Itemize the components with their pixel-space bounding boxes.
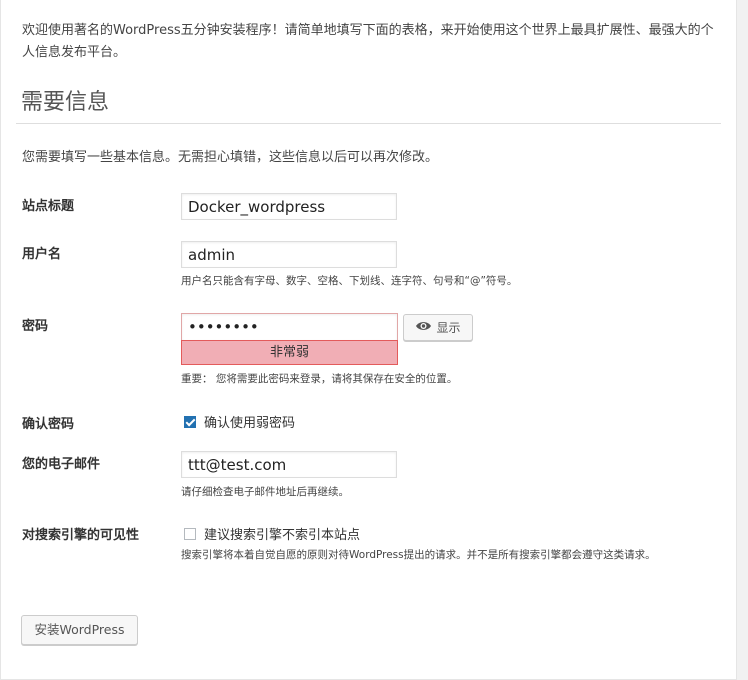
password-note-text: 您将需要此密码来登录，请将其保存在安全的位置。	[215, 373, 458, 385]
username-hint: 用户名只能含有字母、数字、空格、下划线、连字符、句号和“@”符号。	[181, 275, 518, 287]
password-note: 重要： 您将需要此密码来登录，请将其保存在安全的位置。	[181, 370, 457, 388]
intro-text: 欢迎使用著名的WordPress五分钟安装程序！请简单地填写下面的表格，来开始使…	[22, 23, 714, 60]
show-password-button[interactable]: 显示	[403, 314, 473, 341]
username-input[interactable]	[181, 241, 397, 268]
email-hint: 请仔细检查电子邮件地址后再继续。	[181, 486, 349, 498]
search-visibility-row[interactable]: 建议搜索引擎不索引本站点	[184, 524, 360, 543]
section-title: 需要信息	[21, 90, 110, 115]
confirm-weak-password-checkbox[interactable]	[184, 415, 196, 428]
username-label: 用户名	[22, 247, 62, 262]
section-description: 您需要填写一些基本信息。无需担心填错，这些信息以后可以再次修改。	[22, 150, 439, 165]
confirm-weak-password-row[interactable]: 确认使用弱密码	[184, 412, 295, 431]
email-label: 您的电子邮件	[22, 457, 101, 472]
discourage-search-label: 建议搜索引擎不索引本站点	[204, 528, 361, 543]
password-label: 密码	[22, 319, 49, 334]
section-divider	[16, 123, 721, 124]
install-wordpress-button[interactable]: 安装WordPress	[21, 615, 138, 645]
site-title-label: 站点标题	[22, 199, 75, 214]
confirm-password-label: 确认密码	[22, 417, 75, 432]
password-input[interactable]	[181, 313, 398, 341]
search-visibility-label: 对搜索引擎的可见性	[22, 528, 140, 543]
show-password-label: 显示	[436, 321, 461, 335]
password-note-prefix: 重要：	[181, 373, 213, 385]
confirm-weak-password-label: 确认使用弱密码	[204, 416, 296, 431]
site-title-input[interactable]	[181, 193, 397, 220]
search-visibility-hint: 搜索引擎将本着自觉自愿的原则对待WordPress提出的请求。并不是所有搜索引擎…	[181, 549, 656, 561]
email-input[interactable]	[181, 451, 397, 478]
password-strength-meter: 非常弱	[181, 340, 398, 365]
discourage-search-checkbox[interactable]	[184, 527, 196, 540]
eye-icon	[415, 320, 432, 335]
